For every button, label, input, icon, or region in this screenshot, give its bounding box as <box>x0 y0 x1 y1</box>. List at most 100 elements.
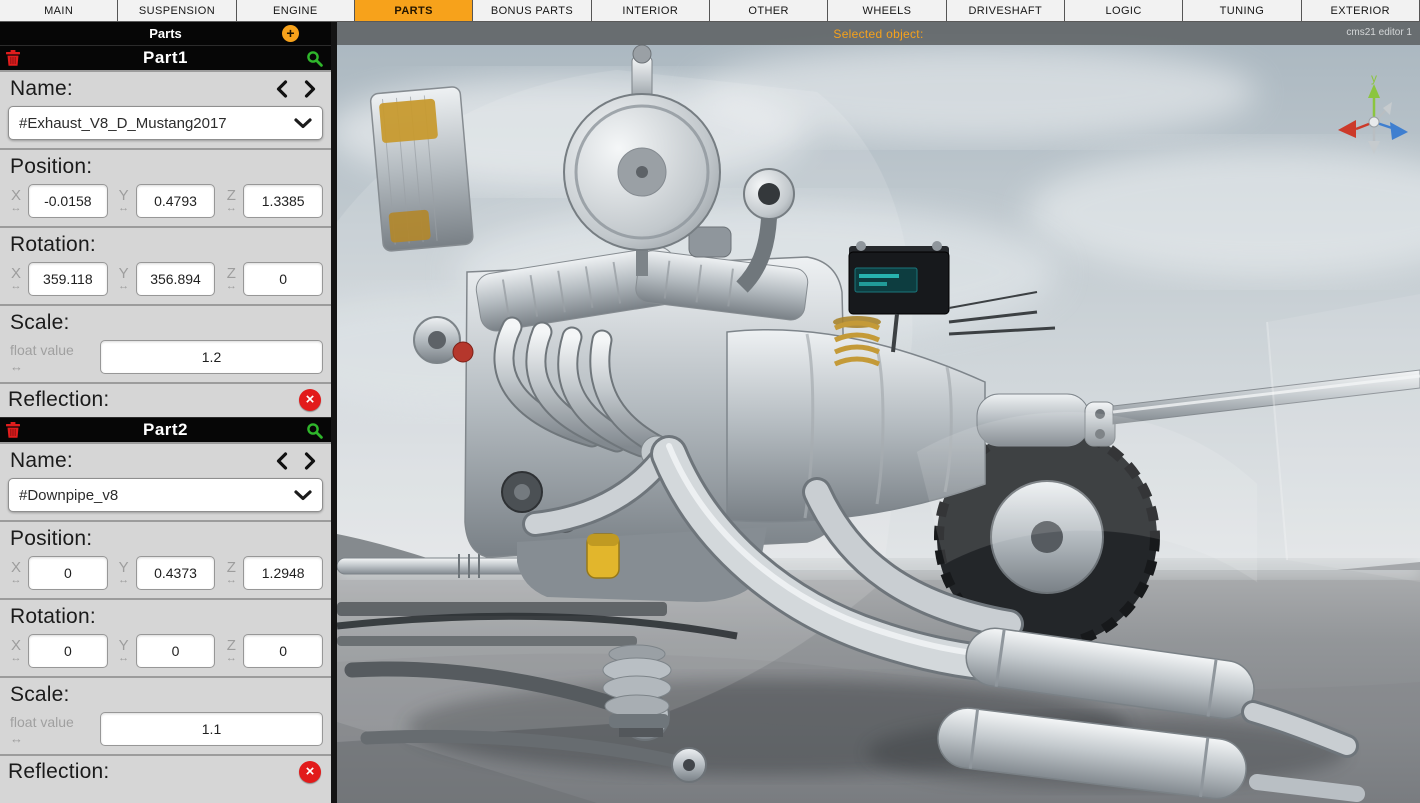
axis-gizmo[interactable]: y <box>1330 70 1414 160</box>
parts-panel: Parts + Part1 Name: #Exhaust_V8_D_Mustan… <box>0 22 337 803</box>
name-label: Name: <box>10 449 73 472</box>
z-axis-label: Z ↔ <box>225 559 237 586</box>
part2-name-section: Name: #Downpipe_v8 <box>0 442 331 520</box>
viewport-header: Selected object: cms21 editor 1 <box>337 22 1420 45</box>
trash-icon <box>6 50 20 66</box>
part2-rotation-z-input[interactable] <box>243 634 324 668</box>
gizmo-y-label: y <box>1371 71 1377 85</box>
gizmo-x-axis-icon <box>1338 120 1356 138</box>
scale-label: Scale: <box>10 683 70 706</box>
tab-wheels[interactable]: WHEELS <box>828 0 947 21</box>
part2-rotation-section: Rotation: X↔ Y↔ Z↔ <box>0 598 331 676</box>
tab-tuning[interactable]: TUNING <box>1183 0 1302 21</box>
y-axis-label: Y ↔ <box>118 187 130 214</box>
part2-rotation-x-input[interactable] <box>28 634 108 668</box>
magnifier-icon <box>307 423 323 439</box>
axis-arrows-icon: ↔ <box>225 202 237 214</box>
part2-position-x-input[interactable] <box>28 556 108 590</box>
part1-name-value: #Exhaust_V8_D_Mustang2017 <box>19 114 227 132</box>
part2-position-z-input[interactable] <box>243 556 324 590</box>
part1-title: Part1 <box>142 48 189 67</box>
part1-prev-name-button[interactable] <box>275 80 288 98</box>
part2-position-y-input[interactable] <box>135 556 216 590</box>
part1-position-x-input[interactable] <box>28 184 108 218</box>
top-tab-bar: MAIN SUSPENSION ENGINE PARTS BONUS PARTS… <box>0 0 1420 22</box>
part2-name-value: #Downpipe_v8 <box>19 486 119 504</box>
delete-part2-button[interactable] <box>6 422 20 438</box>
part1-rotation-section: Rotation: X↔ Y↔ Z↔ <box>0 226 331 304</box>
viewport-3d[interactable]: Selected object: cms21 editor 1 y <box>337 22 1420 803</box>
gizmo-center <box>1368 116 1380 128</box>
tab-engine[interactable]: ENGINE <box>236 0 355 21</box>
part1-position-y-input[interactable] <box>135 184 216 218</box>
rotation-label: Rotation: <box>10 605 96 628</box>
tab-parts[interactable]: PARTS <box>354 0 474 21</box>
part2-scale-section: Scale: float value ↔ <box>0 676 331 754</box>
tab-logic[interactable]: LOGIC <box>1064 0 1184 21</box>
scene-3d-render[interactable] <box>337 22 1420 803</box>
tab-main[interactable]: MAIN <box>0 0 119 21</box>
focus-part2-button[interactable] <box>306 422 323 439</box>
delete-part1-button[interactable] <box>6 50 20 66</box>
part1-position-z-input[interactable] <box>243 184 324 218</box>
part2-rotation-y-input[interactable] <box>135 634 216 668</box>
part1-scale-input[interactable] <box>100 340 323 374</box>
tab-suspension[interactable]: SUSPENSION <box>118 0 237 21</box>
name-nav-arrows <box>275 452 321 470</box>
gizmo-z-axis-icon <box>1390 122 1408 140</box>
axis-arrows-icon: ↔ <box>10 202 22 214</box>
axis-arrows-icon: ↔ <box>225 574 237 586</box>
gizmo-neg-axis-icon <box>1368 141 1380 154</box>
float-value-hint: float value ↔ <box>8 342 90 373</box>
editor-watermark: cms21 editor 1 <box>1346 27 1412 38</box>
focus-part1-button[interactable] <box>306 50 323 67</box>
part1-position-section: Position: X↔ Y↔ Z↔ <box>0 148 331 226</box>
axis-arrows-icon: ↔ <box>118 652 130 664</box>
part2-title: Part2 <box>142 420 189 439</box>
axis-arrows-icon: ↔ <box>10 730 23 746</box>
rotation-label: Rotation: <box>10 233 96 256</box>
axis-arrows-icon: ↔ <box>118 202 130 214</box>
part1-rotation-y-input[interactable] <box>135 262 216 296</box>
axis-arrows-icon: ↔ <box>225 652 237 664</box>
part1-remove-reflection-button[interactable]: × <box>299 389 321 411</box>
tab-interior[interactable]: INTERIOR <box>591 0 710 21</box>
tab-bonus-parts[interactable]: BONUS PARTS <box>473 0 592 21</box>
position-label: Position: <box>10 527 93 550</box>
part1-scale-section: Scale: float value ↔ <box>0 304 331 382</box>
part1-name-dropdown[interactable]: #Exhaust_V8_D_Mustang2017 <box>8 106 323 140</box>
axis-arrows-icon: ↔ <box>118 280 130 292</box>
position-label: Position: <box>10 155 93 178</box>
axis-arrows-icon: ↔ <box>10 574 22 586</box>
x-axis-label: X ↔ <box>10 637 22 664</box>
chevron-left-icon <box>276 452 288 470</box>
part2-position-section: Position: X↔ Y↔ Z↔ <box>0 520 331 598</box>
chevron-right-icon <box>304 452 316 470</box>
tab-other[interactable]: OTHER <box>709 0 829 21</box>
part2-next-name-button[interactable] <box>304 452 317 470</box>
y-axis-label: Y ↔ <box>118 637 130 664</box>
part2-name-dropdown[interactable]: #Downpipe_v8 <box>8 478 323 512</box>
axis-arrows-icon: ↔ <box>10 358 23 374</box>
tab-exterior[interactable]: EXTERIOR <box>1301 0 1420 21</box>
part2-scale-input[interactable] <box>100 712 323 746</box>
z-axis-label: Z ↔ <box>225 637 237 664</box>
part1-header: Part1 <box>0 45 331 70</box>
part2-prev-name-button[interactable] <box>275 452 288 470</box>
x-axis-label: X ↔ <box>10 265 22 292</box>
name-label: Name: <box>10 77 73 100</box>
chevron-right-icon <box>304 80 316 98</box>
cms21-editor-window: MAIN SUSPENSION ENGINE PARTS BONUS PARTS… <box>0 0 1420 803</box>
z-axis-label: Z ↔ <box>225 265 237 292</box>
part1-next-name-button[interactable] <box>304 80 317 98</box>
axis-arrows-icon: ↔ <box>10 280 22 292</box>
part1-rotation-z-input[interactable] <box>243 262 324 296</box>
part1-name-section: Name: #Exhaust_V8_D_Mustang2017 <box>0 70 331 148</box>
tab-driveshaft[interactable]: DRIVESHAFT <box>946 0 1065 21</box>
part2-remove-reflection-button[interactable]: × <box>299 761 321 783</box>
gizmo-y-axis-icon <box>1368 84 1380 98</box>
add-part-button[interactable]: + <box>282 25 299 42</box>
part1-rotation-x-input[interactable] <box>28 262 108 296</box>
part1-reflection-row: Reflection: × <box>0 382 331 417</box>
x-axis-label: X ↔ <box>10 559 22 586</box>
